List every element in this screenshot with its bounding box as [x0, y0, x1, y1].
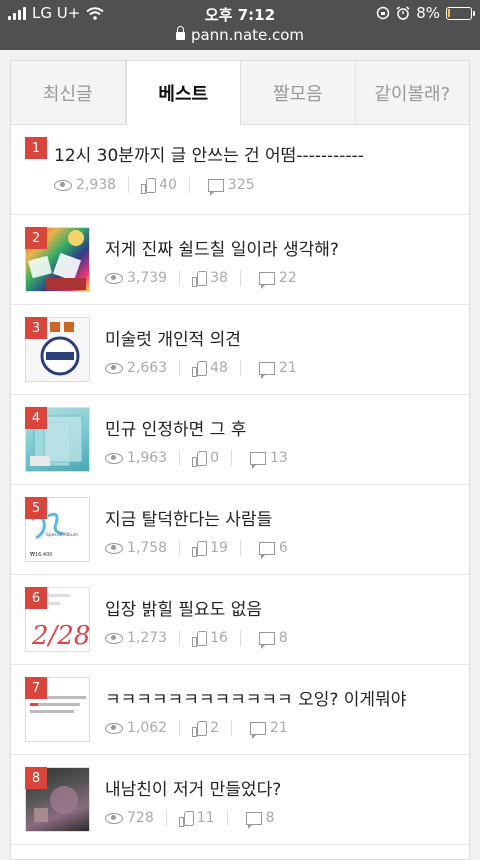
- best-posts-panel: 최신글 베스트 짤모음 같이볼래? 1 12시 30분까지 글 안쓰는 건 어떰…: [10, 60, 470, 860]
- rank-badge: 4: [25, 407, 47, 429]
- view-count: 2,663: [127, 360, 168, 376]
- list-item[interactable]: 3 미술럿 개인적 의견 2,663 48 21: [11, 305, 469, 395]
- post-stats: 728 11 8: [105, 810, 275, 829]
- eye-icon: [105, 452, 123, 464]
- post-title[interactable]: 지금 탈덕한다는 사람들: [105, 505, 272, 530]
- album-price: ₩16,400: [30, 552, 52, 558]
- tab-latest[interactable]: 최신글: [11, 61, 126, 125]
- thumbs-up-icon: [178, 811, 194, 827]
- post-title[interactable]: 미술럿 개인적 의견: [105, 325, 241, 350]
- comment-icon: [258, 361, 275, 379]
- rank-badge: 6: [25, 587, 47, 609]
- post-stats: 2,938 40 325: [54, 177, 255, 196]
- list-item[interactable]: 4 민규 인정하면 그 후 1,963 0 13: [11, 395, 469, 485]
- thumbs-up-icon: [192, 361, 208, 377]
- battery-percent: 8%: [416, 4, 440, 22]
- comment-count: 8: [278, 630, 288, 646]
- list-item[interactable]: 2/28 6 입장 밝힐 필요도 없음 1,273 16 8: [11, 575, 469, 665]
- like-count: 38: [210, 270, 228, 286]
- like-count: 40: [159, 177, 177, 193]
- thumbs-up-icon: [192, 631, 208, 647]
- comment-count: 325: [227, 177, 255, 193]
- comment-icon: [258, 271, 275, 289]
- view-count: 1,273: [127, 630, 168, 646]
- post-title[interactable]: 민규 인정하면 그 후: [105, 415, 246, 440]
- address-bar[interactable]: pann.nate.com: [0, 26, 480, 44]
- view-count: 728: [127, 810, 154, 826]
- post-stats: 2,663 48 21: [105, 360, 297, 379]
- thumbs-up-icon: [192, 721, 208, 737]
- rank-badge: 8: [25, 767, 47, 789]
- eye-icon: [105, 362, 123, 374]
- tab-best[interactable]: 베스트: [125, 61, 241, 125]
- alarm-icon: [396, 6, 410, 20]
- list-item[interactable]: 1 12시 30분까지 글 안쓰는 건 어떰----------- 2,938 …: [11, 125, 469, 215]
- rank-badge: 7: [25, 677, 47, 699]
- view-count: 2,938: [76, 177, 117, 193]
- thumbs-up-icon: [192, 271, 208, 287]
- thumbs-up-icon: [192, 541, 208, 557]
- tab-bar: 최신글 베스트 짤모음 같이볼래?: [11, 61, 469, 125]
- like-count: 0: [210, 450, 220, 466]
- comment-count: 6: [278, 540, 288, 556]
- comment-icon: [258, 631, 275, 649]
- post-stats: 1,963 0 13: [105, 450, 288, 469]
- post-list: 1 12시 30분까지 글 안쓰는 건 어떰----------- 2,938 …: [11, 125, 469, 845]
- like-count: 19: [210, 540, 228, 556]
- post-title[interactable]: 내남친이 저거 만들었다?: [105, 775, 281, 800]
- handwriting-text: 2/28: [31, 621, 90, 651]
- post-stats: 3,739 38 22: [105, 270, 297, 289]
- eye-icon: [54, 179, 72, 191]
- comment-icon: [207, 178, 224, 196]
- comment-count: 13: [270, 450, 288, 466]
- eye-icon: [105, 632, 123, 644]
- comment-icon: [245, 811, 262, 829]
- rank-badge: 5: [25, 497, 47, 519]
- status-bar: LG U+ 오후 7:12 8% pann.nate.com: [0, 0, 480, 50]
- post-title[interactable]: 저게 진짜 쉴드칠 일이라 생각해?: [105, 235, 339, 260]
- album-caption: Special Album: [46, 532, 78, 538]
- comment-icon: [250, 721, 267, 739]
- list-item[interactable]: 2 저게 진짜 쉴드칠 일이라 생각해? 3,739 38 22: [11, 215, 469, 305]
- comment-count: 21: [270, 720, 288, 736]
- eye-icon: [105, 812, 123, 824]
- rank-badge: 2: [25, 227, 47, 249]
- like-count: 2: [210, 720, 220, 736]
- status-right: 8%: [376, 4, 475, 22]
- comment-icon: [258, 541, 275, 559]
- comment-count: 22: [278, 270, 297, 286]
- url-text: pann.nate.com: [190, 26, 305, 44]
- like-count: 16: [210, 630, 228, 646]
- list-item[interactable]: Special Album ₩16,400 5 지금 탈덕한다는 사람들 1,7…: [11, 485, 469, 575]
- post-title[interactable]: ㅋㅋㅋㅋㅋㅋㅋㅋㅋㅋㅋㅋ 오잉? 이게뭐야: [105, 685, 406, 710]
- eye-icon: [105, 272, 123, 284]
- tab-images[interactable]: 짤모음: [241, 61, 356, 125]
- list-item[interactable]: 7 ㅋㅋㅋㅋㅋㅋㅋㅋㅋㅋㅋㅋ 오잉? 이게뭐야 1,062 2 21: [11, 665, 469, 755]
- eye-icon: [105, 542, 123, 554]
- tab-watch-together[interactable]: 같이볼래?: [355, 61, 469, 125]
- post-stats: 1,758 19 6: [105, 540, 288, 559]
- like-count: 48: [210, 360, 228, 376]
- rank-badge: 3: [25, 317, 47, 339]
- like-count: 11: [196, 810, 215, 826]
- view-count: 1,758: [127, 540, 168, 556]
- view-count: 3,739: [127, 270, 168, 286]
- list-item[interactable]: 8 내남친이 저거 만들었다? 728 11 8: [11, 755, 469, 845]
- battery-icon: [446, 6, 475, 20]
- rotation-lock-icon: [376, 6, 390, 20]
- view-count: 1,963: [127, 450, 168, 466]
- thumbs-up-icon: [141, 178, 157, 194]
- rank-badge: 1: [25, 137, 47, 159]
- thumbs-up-icon: [192, 451, 208, 467]
- view-count: 1,062: [127, 720, 168, 736]
- lock-icon: [175, 26, 185, 40]
- post-title[interactable]: 입장 밝힐 필요도 없음: [105, 595, 262, 620]
- comment-icon: [250, 451, 267, 469]
- eye-icon: [105, 722, 123, 734]
- post-stats: 1,273 16 8: [105, 630, 288, 649]
- post-stats: 1,062 2 21: [105, 720, 288, 739]
- comment-count: 21: [278, 360, 297, 376]
- post-title[interactable]: 12시 30분까지 글 안쓰는 건 어떰-----------: [54, 141, 364, 166]
- comment-count: 8: [265, 810, 275, 826]
